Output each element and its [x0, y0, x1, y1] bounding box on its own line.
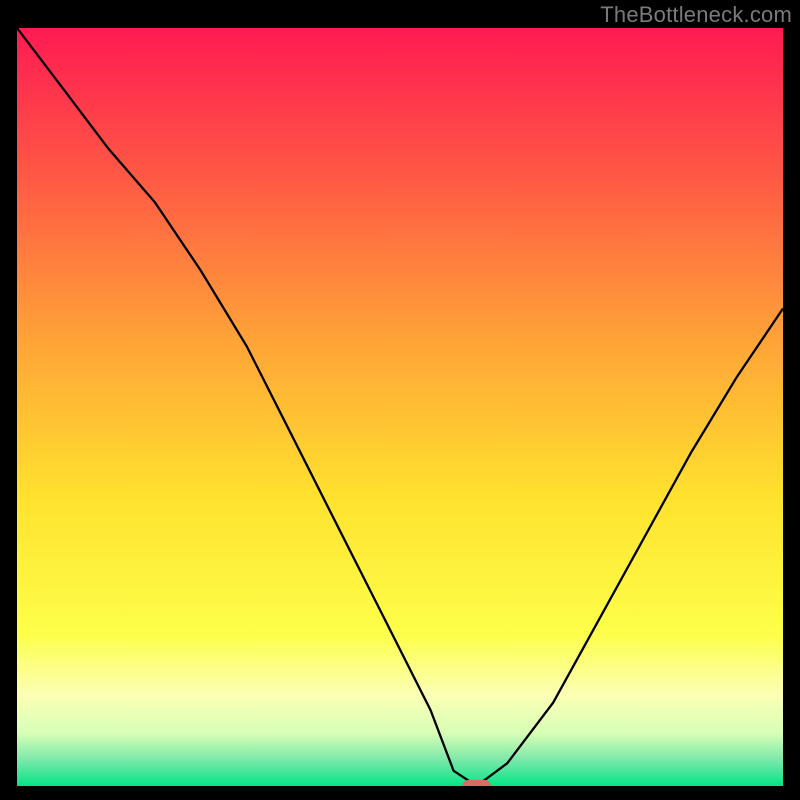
plot-area: [17, 28, 783, 786]
gradient-background: [17, 28, 783, 786]
watermark-text: TheBottleneck.com: [600, 2, 792, 28]
chart-frame: TheBottleneck.com: [0, 0, 800, 800]
optimum-marker: [463, 780, 491, 786]
chart-svg: [17, 28, 783, 786]
